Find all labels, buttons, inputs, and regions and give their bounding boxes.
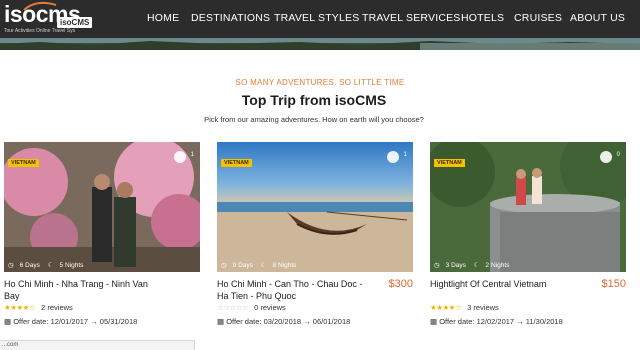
nav-item-cruises[interactable]: CRUISES <box>514 12 562 24</box>
browser-status-bar: ...com <box>0 340 195 350</box>
trip-price: $300 <box>388 278 413 290</box>
trip-duration: ◷ 3 Days ☾ 2 Nights <box>434 261 515 269</box>
trip-price: $150 <box>601 278 626 290</box>
calendar-icon: ▦ <box>430 317 438 326</box>
trip-rating: ★★★★☆ 2 reviews <box>4 303 73 312</box>
trip-offer-date: Offer date: 12/02/2017 → 11/30/2018 <box>439 317 563 326</box>
star-rating-icon: ☆☆☆☆☆ <box>217 303 249 312</box>
wishlist-heart-icon[interactable] <box>387 151 399 163</box>
clock-icon: ◷ <box>221 262 227 269</box>
trip-title[interactable]: Ho Chi Minh - Nha Trang - Ninh Van Bay <box>4 278 154 302</box>
trip-duration: ◷ 6 Days ☾ 5 Nights <box>8 261 89 269</box>
trip-offer-date: Offer date: 03/20/2018 → 06/01/2018 <box>226 317 351 326</box>
hero-banner-strip <box>0 38 640 50</box>
star-rating-icon: ★★★★☆ <box>4 303 36 312</box>
section-eyebrow: SO MANY ADVENTURES. SO LITTLE TIME <box>235 78 405 87</box>
wishlist-heart-icon[interactable] <box>600 151 612 163</box>
nav-item-about-us[interactable]: ABOUT US <box>570 12 625 24</box>
trip-nights: 5 Nights <box>59 262 84 269</box>
trip-image[interactable]: VIETNAM 1 ◷ 6 Days ☾ 5 Nights <box>4 142 200 272</box>
logo-tagline: Tour Activities Online Travel Sys <box>4 28 76 34</box>
trip-days: 6 Days <box>19 262 40 269</box>
trip-title[interactable]: Ho Chi Minh - Can Tho - Chau Doc - Ha Ti… <box>217 278 367 302</box>
moon-icon: ☾ <box>260 262 267 269</box>
trip-nights: 2 Nights <box>485 262 510 269</box>
clock-icon: ◷ <box>434 262 440 269</box>
trip-offer: ▦ Offer date: 12/02/2017 → 11/30/2018 <box>430 317 563 326</box>
main-nav: HOME DESTINATIONS TRAVEL STYLES TRAVEL S… <box>0 12 640 26</box>
trip-rating: ★★★★☆ 3 reviews <box>430 303 499 312</box>
section-subtitle: Pick from our amazing adventures. How on… <box>204 115 424 124</box>
trip-reviews[interactable]: 2 reviews <box>41 303 73 312</box>
site-header: isocms isoCMS Tour Activities Online Tra… <box>0 0 640 38</box>
trip-rating: ☆☆☆☆☆ 0 reviews <box>217 303 286 312</box>
country-badge: VIETNAM <box>8 159 39 167</box>
trip-duration: ◷ 9 Days ☾ 8 Nights <box>221 261 302 269</box>
trip-reviews[interactable]: 3 reviews <box>467 303 499 312</box>
trip-card[interactable]: VIETNAM 1 ◷ 6 Days ☾ 5 Nights Ho Chi Minh … <box>4 142 200 326</box>
calendar-icon: ▦ <box>4 317 12 326</box>
nav-item-home[interactable]: HOME <box>147 12 179 24</box>
section-title: Top Trip from isoCMS <box>241 92 387 108</box>
country-badge: VIETNAM <box>221 159 252 167</box>
trip-image[interactable]: VIETNAM 0 ◷ 3 Days ☾ 2 Nights <box>430 142 626 272</box>
trip-nights: 8 Nights <box>272 262 297 269</box>
wishlist-count: 1 <box>190 152 194 158</box>
star-rating-icon: ★★★★☆ <box>430 303 462 312</box>
trip-days: 9 Days <box>232 262 253 269</box>
nav-item-travel-styles[interactable]: TRAVEL STYLES <box>274 12 359 24</box>
moon-icon: ☾ <box>473 262 480 269</box>
wishlist-heart-icon[interactable] <box>174 151 186 163</box>
trip-offer: ▦ Offer date: 12/01/2017 → 05/31/2018 <box>4 317 137 326</box>
calendar-icon: ▦ <box>217 317 225 326</box>
trip-offer: ▦ Offer date: 03/20/2018 → 06/01/2018 <box>217 317 350 326</box>
country-badge: VIETNAM <box>434 159 465 167</box>
trip-offer-date: Offer date: 12/01/2017 → 05/31/2018 <box>13 317 138 326</box>
wishlist-count: 1 <box>403 152 407 158</box>
status-url: ...com <box>2 342 19 348</box>
wishlist-count: 0 <box>616 152 620 158</box>
trip-days: 3 Days <box>445 262 466 269</box>
nav-item-travel-services[interactable]: TRAVEL SERVICES <box>362 12 461 24</box>
trip-image[interactable]: VIETNAM 1 ◷ 9 Days ☾ 8 Nights <box>217 142 413 272</box>
moon-icon: ☾ <box>47 262 54 269</box>
trip-card[interactable]: VIETNAM 1 ◷ 9 Days ☾ 8 Nights Ho Chi Minh … <box>217 142 413 326</box>
nav-item-hotels[interactable]: HOTELS <box>461 12 504 24</box>
trip-card[interactable]: VIETNAM 0 ◷ 3 Days ☾ 2 Nights Hightlight O… <box>430 142 626 326</box>
clock-icon: ◷ <box>8 262 14 269</box>
trip-reviews[interactable]: 0 reviews <box>254 303 286 312</box>
nav-item-destinations[interactable]: DESTINATIONS <box>191 12 270 24</box>
trip-title[interactable]: Hightlight Of Central Vietnam <box>430 278 580 290</box>
